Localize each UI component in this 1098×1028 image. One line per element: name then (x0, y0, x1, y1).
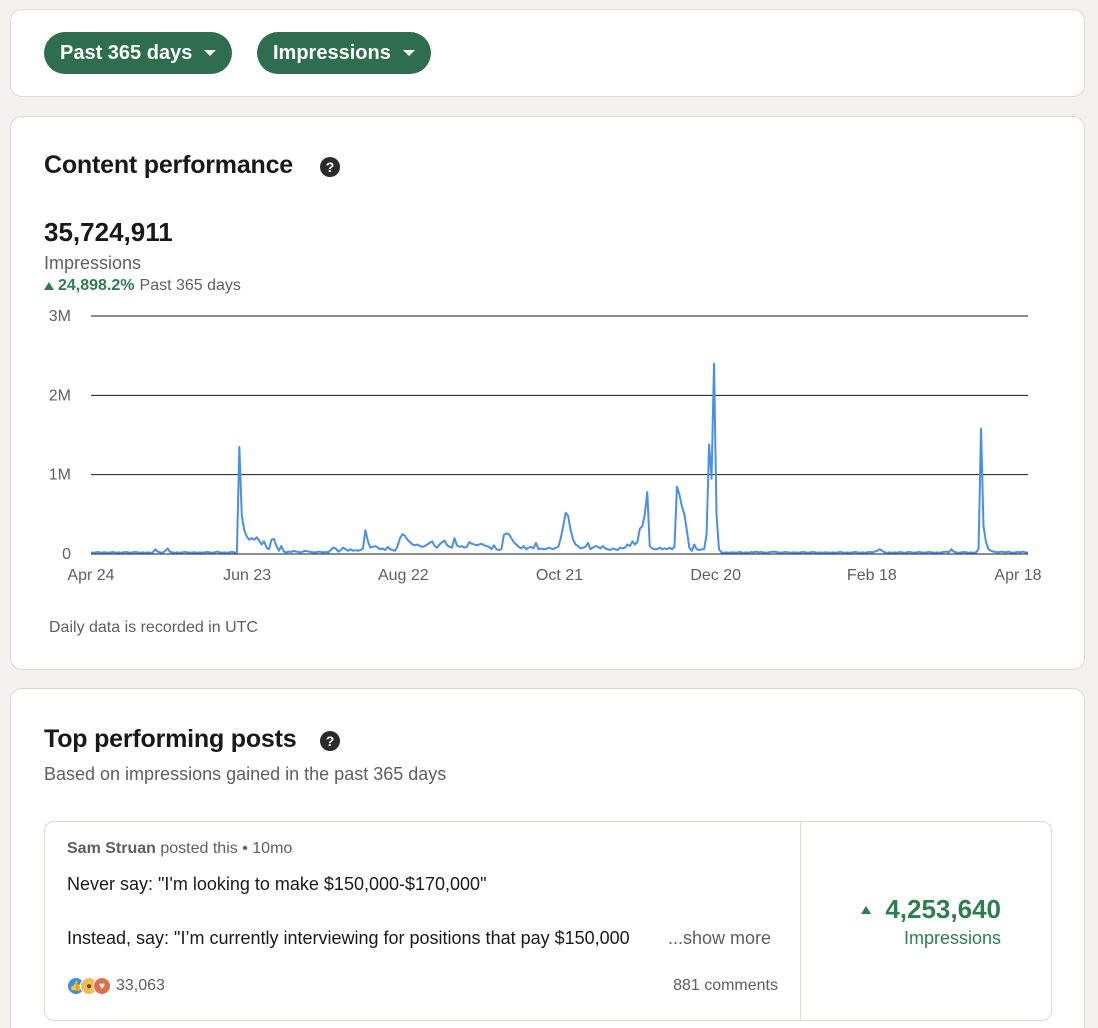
metric-dropdown[interactable]: Impressions (257, 32, 431, 74)
post-author[interactable]: Sam Struan (67, 840, 156, 857)
metric-label: Impressions (273, 41, 391, 64)
trend-period: Past 365 days (139, 277, 241, 294)
reactions-summary[interactable]: 👍 ● ♥ 33,063 (67, 977, 165, 995)
up-arrow-icon (44, 282, 54, 290)
chart-note: Daily data is recorded in UTC (49, 619, 258, 636)
total-impressions-label: Impressions (44, 253, 142, 273)
caret-down-icon (402, 50, 415, 56)
x-tick-label: Apr 24 (67, 567, 114, 584)
post-item[interactable]: Sam Struan posted this • 10mo Never say:… (44, 821, 1052, 1021)
post-meta: Sam Struan posted this • 10mo (67, 840, 292, 858)
y-tick-label: 1M (49, 467, 71, 484)
x-tick-label: Dec 20 (690, 567, 741, 584)
meta-separator: • (242, 840, 248, 857)
love-icon: ♥ (93, 977, 111, 995)
section-subtitle: Based on impressions gained in the past … (44, 764, 447, 784)
date-range-label: Past 365 days (60, 41, 193, 64)
trend-indicator: 24,898.2% Past 365 days (44, 277, 241, 295)
impressions-series-line (90, 362, 1029, 554)
top-posts-card: Top performing posts ? Based on impressi… (10, 688, 1085, 1028)
total-impressions-value: 35,724,911 (44, 217, 173, 247)
filter-bar: Past 365 days Impressions (10, 9, 1085, 97)
question-circle-icon[interactable]: ? (320, 731, 340, 751)
date-range-dropdown[interactable]: Past 365 days (44, 32, 233, 74)
content-performance-card: Content performance ? 35,724,911 Impress… (10, 116, 1085, 670)
show-more-link[interactable]: ...show more (668, 928, 771, 949)
impressions-line-chart: 0 1M 2M 3M Apr 24 Jun 23 Aug 22 Oct 21 Dec 20 Feb… (49, 308, 1042, 584)
impressions-label: Impressions (903, 928, 1001, 948)
x-tick-label: Apr 18 (994, 567, 1041, 584)
post-age: 10mo (252, 840, 293, 857)
up-arrow-icon (861, 905, 872, 914)
reaction-count: 33,063 (116, 977, 165, 994)
y-tick-label: 0 (62, 546, 71, 563)
section-title: Content performance (44, 151, 294, 179)
x-tick-label: Aug 22 (378, 567, 429, 584)
post-impressions: 4,253,640 Impressions (801, 822, 1051, 1020)
posted-text: posted this (160, 840, 238, 857)
post-text-line: Instead, say: "I’m currently interviewin… (67, 928, 630, 948)
question-circle-icon[interactable]: ? (320, 157, 340, 177)
y-tick-label: 3M (49, 308, 71, 325)
x-tick-label: Oct 21 (536, 567, 583, 584)
x-tick-label: Jun 23 (223, 567, 271, 584)
section-title: Top performing posts (44, 725, 297, 753)
comments-link[interactable]: 881 comments (673, 977, 778, 995)
trend-percent: 24,898.2% (58, 277, 135, 294)
post-text-line: Never say: "I'm looking to make $150,000… (67, 874, 487, 894)
y-tick-label: 2M (49, 387, 71, 404)
impressions-number: 4,253,640 (885, 894, 1001, 924)
x-tick-label: Feb 18 (847, 567, 897, 584)
impressions-value: 4,253,640 (861, 894, 1001, 925)
caret-down-icon (204, 50, 217, 56)
